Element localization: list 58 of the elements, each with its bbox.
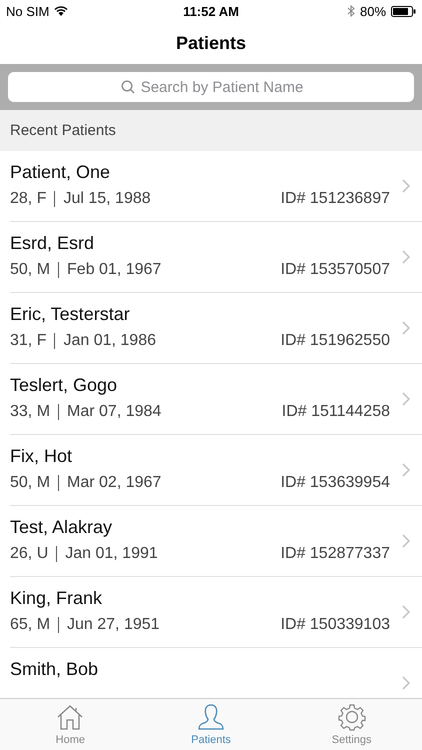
patient-name: Eric, Testerstar xyxy=(10,304,130,325)
search-field[interactable]: Search by Patient Name xyxy=(8,72,414,102)
chevron-icon xyxy=(402,534,410,548)
patient-name: Esrd, Esrd xyxy=(10,233,94,254)
person-icon xyxy=(197,703,225,731)
chevron-icon xyxy=(402,250,410,264)
section-header: Recent Patients xyxy=(10,122,116,139)
age-sex: 65, M xyxy=(10,616,50,634)
patient-name: Fix, Hot xyxy=(10,446,72,467)
patient-row[interactable]: Teslert, Gogo 33, M Mar 07, 1984 ID# 151144258 xyxy=(10,364,422,434)
birth-date: Jan 01, 1991 xyxy=(65,545,158,563)
patient-row[interactable]: Eric, Testerstar 31, F Jan 01, 1986 ID# 151962550 xyxy=(10,293,422,363)
age-sex: 50, M xyxy=(10,261,50,279)
patient-name: Test, Alakray xyxy=(10,517,112,538)
age-sex: 50, M xyxy=(10,474,50,492)
birth-date: Mar 02, 1967 xyxy=(67,474,162,492)
patient-id: ID# 151962550 xyxy=(280,332,391,350)
patient-name: Teslert, Gogo xyxy=(10,375,118,396)
age-sex: 28, F xyxy=(10,190,46,208)
patient-name: King, Frank xyxy=(10,588,102,609)
patient-id: ID# 150339103 xyxy=(280,616,391,634)
patient-row[interactable]: Patient, One 28, F Jul 15, 1988 ID# 151236897 xyxy=(10,151,422,221)
patient-row[interactable]: Test, Alakray 26, U Jan 01, 1991 ID# 152877337 xyxy=(10,506,422,576)
patient-name: Patient, One xyxy=(10,162,110,183)
tab[interactable]: Patients xyxy=(140,699,282,750)
patient-row[interactable]: Smith, Bob xyxy=(10,648,422,698)
birth-date: Jul 15, 1988 xyxy=(63,190,151,208)
wifi-icon xyxy=(54,6,68,16)
patient-row[interactable]: King, Frank 65, M Jun 27, 1951 ID# 150339103 xyxy=(10,577,422,647)
chevron-icon xyxy=(402,463,410,477)
patient-row[interactable]: Fix, Hot 50, M Mar 02, 1967 ID# 153639954 xyxy=(10,435,422,505)
chevron-icon xyxy=(402,605,410,619)
chevron-icon xyxy=(402,321,410,335)
chevron-icon xyxy=(402,179,410,193)
patient-id: ID# 152877337 xyxy=(280,545,391,563)
bluetooth-icon xyxy=(346,5,355,17)
age-sex: 26, U xyxy=(10,545,48,563)
house-icon xyxy=(56,703,84,731)
patient-name: Smith, Bob xyxy=(10,659,98,680)
patient-row[interactable]: Esrd, Esrd 50, M Feb 01, 1967 ID# 153570507 xyxy=(10,222,422,292)
clock: 11:52 AM xyxy=(183,4,239,18)
patient-id: ID# 151236897 xyxy=(280,190,391,208)
patient-id: ID# 153570507 xyxy=(280,261,391,279)
battery-percent: 80% xyxy=(360,4,386,18)
screen-title: Patients xyxy=(176,32,246,54)
age-sex: 31, F xyxy=(10,332,46,350)
chevron-icon xyxy=(402,392,410,406)
birth-date: Feb 01, 1967 xyxy=(67,261,162,279)
birth-date: Jan 01, 1986 xyxy=(63,332,156,350)
age-sex: 33, M xyxy=(10,403,50,421)
chevron-icon xyxy=(402,676,410,690)
patient-id: ID# 153639954 xyxy=(280,474,391,492)
settings-icon xyxy=(338,703,366,731)
patient-id: ID# 151144258 xyxy=(282,403,391,421)
birth-date: Jun 27, 1951 xyxy=(67,616,160,634)
battery-icon xyxy=(391,6,416,16)
birth-date: Mar 07, 1984 xyxy=(67,403,162,421)
carrier: No SIM xyxy=(6,4,50,18)
